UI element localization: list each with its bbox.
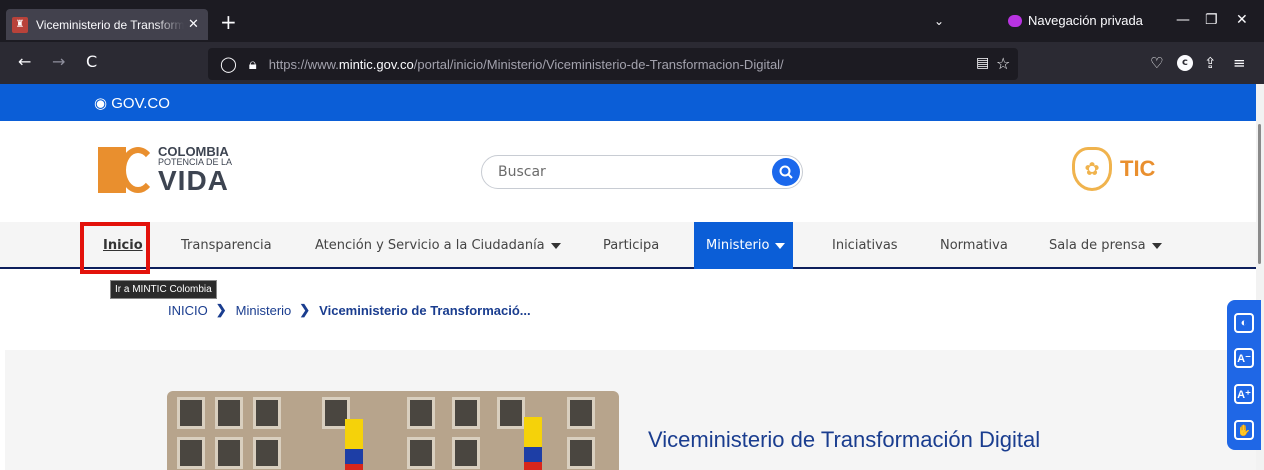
tooltip: Ir a MINTIC Colombia <box>110 280 217 299</box>
colombia-potencia-logo[interactable]: COLOMBIA POTENCIA DE LA VIDA <box>98 145 232 195</box>
search-icon <box>779 165 793 179</box>
logo-line-3: VIDA <box>158 165 229 196</box>
search-input[interactable] <box>498 164 758 180</box>
browser-tab[interactable]: ♜ Viceministerio de Transformación Digit… <box>6 9 208 40</box>
gov-co-bar: ◉ GOV.CO <box>0 84 1256 121</box>
sign-language-icon[interactable]: ✋ <box>1234 420 1254 440</box>
tracking-protection-icon[interactable]: ◯ <box>220 55 237 73</box>
menu-item-participa[interactable]: Participa <box>603 222 659 269</box>
gov-co-logo-icon: ◉ <box>94 95 108 112</box>
mintic-label: TIC <box>1120 156 1156 181</box>
tab-title: Viceministerio de Transformación Digital <box>36 17 184 32</box>
ministry-building-photo <box>167 391 619 470</box>
back-button[interactable]: ← <box>18 53 31 71</box>
close-window-button[interactable]: ✕ <box>1236 12 1248 28</box>
tab-close-icon[interactable]: ✕ <box>188 17 199 32</box>
page-title: Viceministerio de Transformación Digital <box>648 427 1041 452</box>
colombia-logo-mark-icon <box>98 147 156 193</box>
bookmark-star-icon[interactable]: ☆ <box>996 54 1010 73</box>
menu-item-ministerio[interactable]: Ministerio <box>694 222 793 269</box>
menu-item-atencion[interactable]: Atención y Servicio a la Ciudadanía <box>315 222 561 269</box>
mintic-logo[interactable]: ✿ TIC <box>1072 147 1155 191</box>
accessibility-toolbar: ◐ A⁻ A⁺ ✋ <box>1227 300 1261 450</box>
scrollbar-thumb[interactable] <box>1258 124 1261 264</box>
increase-font-button[interactable]: A⁺ <box>1234 384 1254 404</box>
restore-button[interactable]: ❐ <box>1205 12 1218 28</box>
colombia-flag-icon <box>524 417 542 470</box>
pocket-icon[interactable]: ♡ <box>1150 54 1163 72</box>
extensions-icon[interactable]: ⇪ <box>1204 54 1217 72</box>
gov-co-link[interactable]: ◉ GOV.CO <box>94 94 170 112</box>
inicio-highlight-box <box>80 222 150 274</box>
search-button[interactable] <box>772 158 800 186</box>
reload-button[interactable]: C <box>86 53 97 71</box>
main-menu: Inicio Transparencia Atención y Servicio… <box>0 222 1256 269</box>
coat-of-arms-icon: ✿ <box>1072 147 1112 191</box>
site-favicon-icon: ♜ <box>12 16 28 33</box>
minimize-button[interactable]: — <box>1176 12 1190 28</box>
lock-icon[interactable]: 🔒︎ <box>249 55 257 73</box>
private-browsing-label: Navegación privada <box>1028 13 1143 28</box>
browser-tab-bar: ♜ Viceministerio de Transformación Digit… <box>0 0 1264 42</box>
breadcrumb-current: Viceministerio de Transformació... <box>319 302 531 318</box>
colombia-flag-icon <box>345 419 363 470</box>
private-mask-icon <box>1008 14 1022 27</box>
menu-item-sala-de-prensa[interactable]: Sala de prensa <box>1049 222 1162 269</box>
breadcrumb-ministerio[interactable]: Ministerio <box>236 303 292 318</box>
breadcrumb-separator-icon: ❯ <box>215 302 227 317</box>
chevron-down-icon <box>1151 242 1162 249</box>
app-menu-icon[interactable]: ≡ <box>1233 54 1246 72</box>
new-tab-button[interactable]: + <box>220 12 237 32</box>
url-text[interactable]: https://www.mintic.gov.co/portal/inicio/… <box>269 57 784 72</box>
chevron-down-icon <box>550 242 561 249</box>
decrease-font-button[interactable]: A⁻ <box>1234 348 1254 368</box>
menu-item-transparencia[interactable]: Transparencia <box>181 222 272 269</box>
menu-item-iniciativas[interactable]: Iniciativas <box>832 222 898 269</box>
address-bar[interactable]: ◯ 🔒︎ https://www.mintic.gov.co/portal/in… <box>208 48 1018 80</box>
contrast-icon[interactable]: ◐ <box>1234 313 1254 333</box>
breadcrumb-separator-icon: ❯ <box>299 302 311 317</box>
chevron-down-icon <box>775 242 786 249</box>
reader-view-icon[interactable]: ▤ <box>976 55 989 71</box>
breadcrumb-inicio[interactable]: INICIO <box>168 303 208 318</box>
site-search <box>481 155 803 189</box>
private-browsing-indicator: Navegación privada <box>1008 13 1143 28</box>
breadcrumb: INICIO ❯ Ministerio ❯ Viceministerio de … <box>168 302 531 318</box>
forward-button[interactable]: → <box>52 53 65 71</box>
list-all-tabs-icon[interactable]: ⌄ <box>934 14 944 28</box>
account-avatar-icon[interactable]: c <box>1177 55 1193 71</box>
menu-item-normativa[interactable]: Normativa <box>940 222 1008 269</box>
